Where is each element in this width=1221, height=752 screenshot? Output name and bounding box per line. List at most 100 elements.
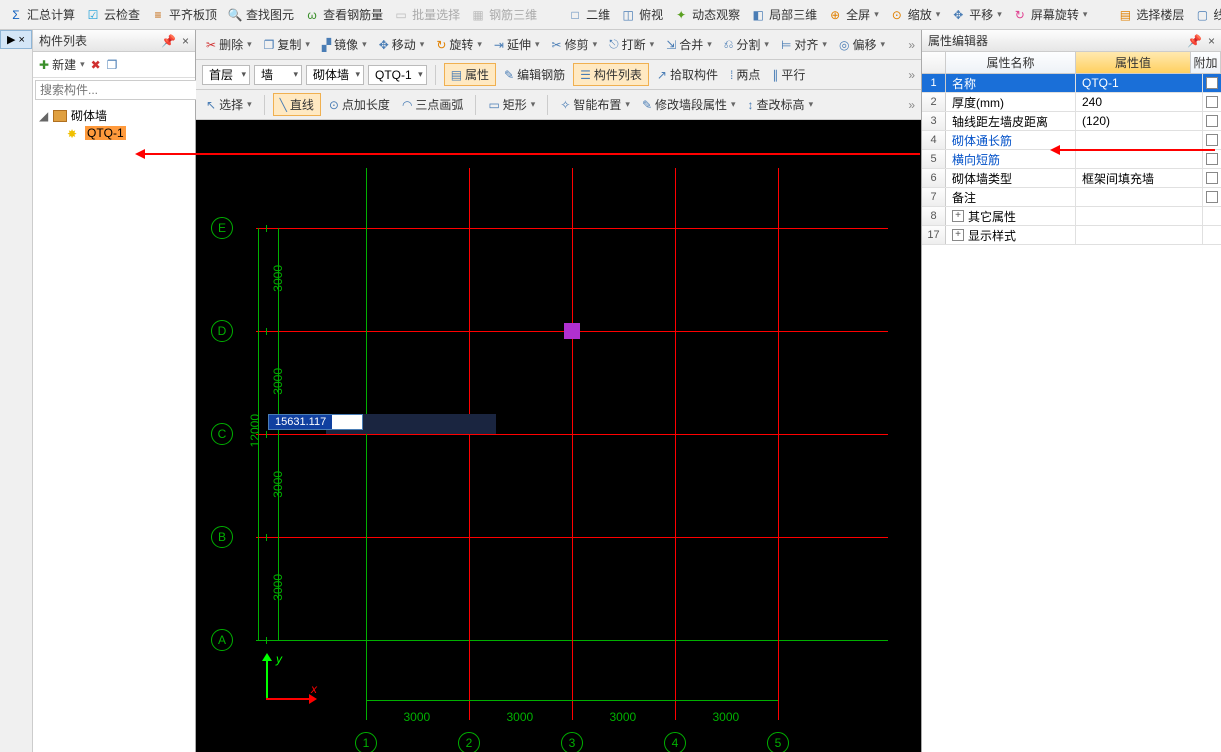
axis-row-A: A <box>211 629 233 651</box>
prop-checkbox-cell <box>1203 112 1221 130</box>
drawing-canvas[interactable]: EDCBA12345300030003000300012000300030003… <box>196 120 921 752</box>
selector-sel2[interactable]: 墙 <box>254 65 302 85</box>
prop-value[interactable] <box>1076 188 1203 206</box>
btn-移动[interactable]: ✥移动▾ <box>375 34 429 55</box>
component-list-panel: 构件列表 📌 × ✚ 新建 ▾ ✖ ❐ ✕ ◢ 砌体墙 <box>33 30 196 752</box>
prop-value[interactable] <box>1076 150 1203 168</box>
checkbox[interactable] <box>1206 77 1218 89</box>
btn-智能布置[interactable]: ✧智能布置▾ <box>556 94 634 115</box>
checkbox[interactable] <box>1206 96 1218 108</box>
btn-点加长度[interactable]: ⊙点加长度 <box>325 94 394 115</box>
btn-合并[interactable]: ⇲合并▾ <box>662 34 716 55</box>
selector-sel3[interactable]: 砌体墙 <box>306 65 364 85</box>
length-input-box[interactable]: 15631.117 <box>268 414 363 430</box>
delete-icon[interactable]: ✖ <box>91 58 101 72</box>
prop-value[interactable]: QTQ-1 <box>1076 74 1203 92</box>
prop-value[interactable]: (120) <box>1076 112 1203 130</box>
prop-row-2[interactable]: 2 厚度(mm) 240 <box>922 93 1221 112</box>
checkbox[interactable] <box>1206 153 1218 165</box>
prop-row-6[interactable]: 6 砌体墙类型 框架间填充墙 <box>922 169 1221 188</box>
search-input[interactable] <box>35 80 200 100</box>
prop-row-1[interactable]: 1 名称 QTQ-1 <box>922 74 1221 93</box>
prop-value[interactable] <box>1076 207 1203 225</box>
selector-sel1[interactable]: 首层 <box>202 65 250 85</box>
prop-row-5[interactable]: 5 横向短筋 <box>922 150 1221 169</box>
btn-打断[interactable]: ⎋打断▾ <box>605 34 658 55</box>
btn-删除[interactable]: ✂删除▾ <box>202 34 256 55</box>
btn-直线[interactable]: ╲直线 <box>273 93 321 116</box>
left-dock-tab[interactable]: ▶ × <box>0 30 32 49</box>
btn-平行[interactable]: ∥平行 <box>768 64 809 85</box>
close-icon[interactable]: × <box>182 34 189 48</box>
checkbox[interactable] <box>1206 115 1218 127</box>
btn-属性[interactable]: ▤属性 <box>444 63 496 86</box>
toolbar-查看钢筋量[interactable]: ω查看钢筋量 <box>300 4 387 25</box>
btn-旋转[interactable]: ↻旋转▾ <box>432 34 486 55</box>
btn-拾取构件[interactable]: ↗拾取构件 <box>653 64 722 85</box>
tick <box>266 637 267 644</box>
selector-sel4[interactable]: QTQ-1 <box>368 65 427 85</box>
tree-parent-row[interactable]: ◢ 砌体墙 <box>39 106 189 125</box>
toolbar-二维[interactable]: □二维 <box>563 4 614 25</box>
icon: ⊨ <box>781 38 791 52</box>
new-label: 新建 <box>52 56 76 73</box>
new-button[interactable]: ✚ 新建 ▾ <box>39 56 85 73</box>
pin-icon[interactable]: 📌 <box>1187 34 1202 48</box>
btn-偏移[interactable]: ◎偏移▾ <box>835 34 889 55</box>
expand-icon[interactable]: + <box>952 229 964 241</box>
prop-row-8[interactable]: 8 +其它属性 <box>922 207 1221 226</box>
btn-对齐[interactable]: ⊨对齐▾ <box>777 34 831 55</box>
collapse-icon[interactable]: ◢ <box>39 109 49 123</box>
prop-value[interactable]: 240 <box>1076 93 1203 111</box>
toolbar-缩放[interactable]: ⊙缩放▾ <box>885 4 945 25</box>
tb-icon: □ <box>567 7 583 23</box>
prop-row-7[interactable]: 7 备注 <box>922 188 1221 207</box>
toolbar-平移[interactable]: ✥平移▾ <box>946 4 1006 25</box>
btn-分割[interactable]: ⎌分割▾ <box>720 34 773 55</box>
overflow-icon[interactable]: » <box>908 68 915 82</box>
overflow-icon[interactable]: » <box>908 98 915 112</box>
btn-延伸[interactable]: ⇥延伸▾ <box>490 34 544 55</box>
checkbox[interactable] <box>1206 134 1218 146</box>
toolbar-汇总计算[interactable]: Σ汇总计算 <box>4 4 79 25</box>
btn-矩形[interactable]: ▭矩形▾ <box>484 94 539 115</box>
prop-row-3[interactable]: 3 轴线距左墙皮距离 (120) <box>922 112 1221 131</box>
toolbar-局部三维[interactable]: ◧局部三维 <box>746 4 821 25</box>
select-btn[interactable]: ↖选择▾ <box>202 94 256 115</box>
prop-row-17[interactable]: 17 +显示样式 <box>922 226 1221 245</box>
btn-查改标高[interactable]: ↕查改标高▾ <box>744 94 818 115</box>
toolbar-选择楼层[interactable]: ▤选择楼层 <box>1113 4 1188 25</box>
btn-三点画弧[interactable]: ◠三点画弧 <box>398 94 468 115</box>
property-panel: 属性编辑器 📌 × 属性名称 属性值 附加 1 名称 QTQ-1 2 厚度(mm… <box>921 30 1221 752</box>
checkbox[interactable] <box>1206 172 1218 184</box>
btn-两点[interactable]: ⁞两点 <box>726 64 764 85</box>
prop-value[interactable]: 框架间填充墙 <box>1076 169 1203 187</box>
toolbar-线框[interactable]: ▢线框 <box>1190 4 1221 25</box>
btn-修改墙段属性[interactable]: ✎修改墙段属性▾ <box>638 94 740 115</box>
prop-value[interactable] <box>1076 226 1203 244</box>
btn-编辑钢筋[interactable]: ✎编辑钢筋 <box>500 64 569 85</box>
pin-icon[interactable]: 📌 <box>161 34 176 48</box>
toolbar-平齐板顶[interactable]: ≡平齐板顶 <box>146 4 221 25</box>
prop-value[interactable] <box>1076 131 1203 149</box>
h-dim: 3000 <box>507 710 534 724</box>
overflow-icon[interactable]: » <box>908 38 915 52</box>
tree-child-row[interactable]: ✸ QTQ-1 <box>39 125 189 141</box>
icon: ⁞ <box>730 68 733 82</box>
icon: ↻ <box>436 38 446 52</box>
expand-icon[interactable]: + <box>952 210 964 222</box>
prop-row-4[interactable]: 4 砌体通长筋 <box>922 131 1221 150</box>
toolbar-全屏[interactable]: ⊕全屏▾ <box>823 4 883 25</box>
toolbar-动态观察[interactable]: ✦动态观察 <box>669 4 744 25</box>
close-icon[interactable]: × <box>1208 34 1215 48</box>
toolbar-俯视[interactable]: ◫俯视 <box>616 4 667 25</box>
toolbar-云检查[interactable]: ☑云检查 <box>81 4 144 25</box>
btn-构件列表[interactable]: ☰构件列表 <box>573 63 649 86</box>
btn-复制[interactable]: ❐复制▾ <box>260 34 314 55</box>
btn-修剪[interactable]: ✂修剪▾ <box>548 34 602 55</box>
btn-镜像[interactable]: ▞镜像▾ <box>318 34 371 55</box>
toolbar-屏幕旋转[interactable]: ↻屏幕旋转▾ <box>1008 4 1092 25</box>
copy-icon[interactable]: ❐ <box>107 58 118 72</box>
toolbar-查找图元[interactable]: 🔍查找图元 <box>223 4 298 25</box>
checkbox[interactable] <box>1206 191 1218 203</box>
